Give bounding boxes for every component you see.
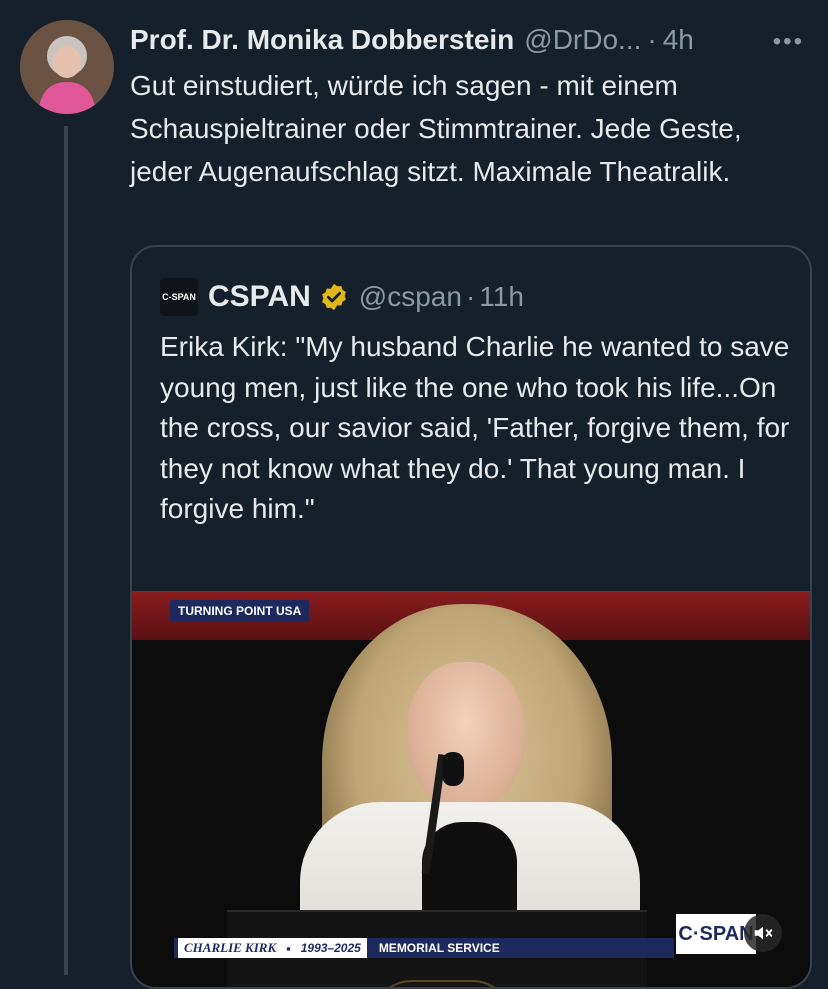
quoted-author-handle[interactable]: @cspan: [359, 281, 462, 313]
cspan-avatar[interactable]: C-SPAN: [160, 278, 198, 316]
separator-dot: ·: [647, 24, 657, 55]
quoted-tweet-card[interactable]: C-SPAN CSPAN @cspan · 11h Erika Kirk: "M…: [130, 245, 812, 989]
lower-third-separator: ▪: [286, 940, 291, 956]
lower-third-name: CHARLIE KIRK: [174, 938, 283, 958]
more-horizontal-icon[interactable]: •••: [773, 28, 804, 56]
lower-third-years: 1993–2025: [300, 941, 361, 955]
lower-third-event: MEMORIAL SERVICE: [366, 938, 674, 958]
thread-line: [64, 126, 68, 975]
quoted-tweet-time[interactable]: 11h: [479, 281, 524, 313]
author-avatar[interactable]: [20, 20, 114, 114]
microphone-icon: [442, 752, 464, 786]
tweet-header: Prof. Dr. Monika Dobberstein @DrDo... · …: [130, 20, 808, 60]
avatar-photo: [20, 20, 114, 114]
speaker-muted-icon[interactable]: [744, 914, 782, 952]
tweet-text: Gut einstudiert, würde ich sagen - mit e…: [130, 70, 742, 187]
lower-third-banner: CHARLIE KIRK ▪ 1993–2025 MEMORIAL SERVIC…: [174, 938, 674, 958]
quoted-tweet-header: C-SPAN CSPAN @cspan · 11h: [160, 275, 524, 319]
video-player[interactable]: TURNING POINT USA CHARLIE KIRK ▪ 1993–20…: [132, 591, 810, 987]
separator-dot: ·: [465, 281, 476, 312]
verified-badge-icon: [321, 283, 346, 311]
author-name[interactable]: Prof. Dr. Monika Dobberstein: [130, 24, 514, 56]
quoted-author-name[interactable]: CSPAN: [208, 280, 311, 314]
author-handle[interactable]: @DrDo...: [524, 24, 641, 56]
quoted-tweet-text: Erika Kirk: "My husband Charlie he wante…: [160, 331, 790, 524]
turning-point-badge: TURNING POINT USA: [170, 600, 310, 622]
tweet-time[interactable]: 4h: [663, 24, 694, 56]
mute-glyph: [754, 926, 773, 940]
speaker-face: [407, 662, 525, 812]
